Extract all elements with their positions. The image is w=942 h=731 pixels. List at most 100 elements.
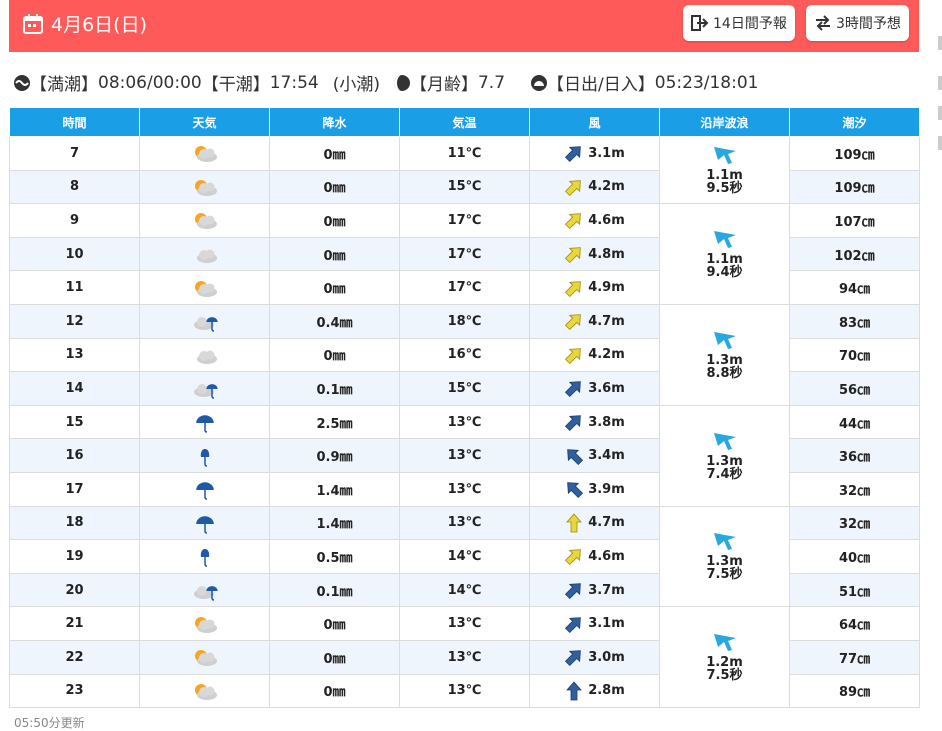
low-tide-label: 【干潮】 — [201, 75, 270, 95]
wind-arrow-icon — [565, 381, 581, 398]
column-header-tide: 潮汐 — [789, 107, 920, 137]
temp-cell: 13℃ — [399, 606, 530, 641]
wave-cell: 1.3m 7.4秒 — [659, 404, 790, 507]
tide-cell: 102㎝ — [789, 236, 920, 272]
cloud-icon — [196, 350, 217, 364]
wave-direction-icon — [713, 231, 736, 249]
rain-cell: 0.1㎜ — [269, 572, 400, 608]
wind-speed: 4.2m — [588, 347, 625, 363]
date-title: 4月6日(日) — [23, 10, 147, 37]
column-header-temp: 気温 — [399, 107, 530, 137]
wind-arrow-icon — [565, 314, 581, 331]
temp-cell: 17℃ — [399, 270, 530, 305]
weather-cell — [139, 236, 270, 272]
wind-speed: 3.0m — [588, 649, 625, 665]
hour-cell: 10 — [9, 236, 140, 272]
wave-cell: 1.1m 9.4秒 — [659, 203, 790, 305]
temp-cell: 14℃ — [399, 539, 530, 574]
weather-cell — [139, 606, 270, 641]
hour-cell: 7 — [9, 136, 140, 171]
wind-cell: 4.7m — [529, 505, 660, 541]
tide-cell: 77㎝ — [789, 639, 920, 675]
weather-cell — [139, 438, 270, 473]
wind-cell: 4.2m — [529, 169, 660, 205]
tide-cell: 70㎝ — [789, 337, 920, 373]
wave-period: 7.5秒 — [706, 668, 743, 684]
14day-forecast-button[interactable]: 14日間予報 — [683, 5, 795, 41]
wind-arrow-icon — [565, 213, 581, 230]
temp-cell: 13℃ — [399, 438, 530, 473]
rain-cell: 0㎜ — [269, 169, 400, 205]
wind-speed: 4.9m — [588, 280, 625, 296]
sun-cloud-icon — [194, 213, 217, 230]
moon-age: 7.7 — [477, 72, 506, 93]
tide-info-line: 【満潮】 08:06/00:00 【干潮】 17:54 (小潮) 【月齢】 7.… — [14, 70, 758, 95]
tide-cell: 56㎝ — [789, 371, 920, 406]
wind-arrow-icon — [566, 513, 583, 533]
temp-cell: 18℃ — [399, 303, 530, 339]
weather-cell — [139, 303, 270, 339]
sun-cloud-icon — [194, 683, 217, 700]
weather-cell — [139, 572, 270, 608]
weather-cell — [139, 270, 270, 305]
hour-cell: 14 — [9, 371, 140, 406]
wind-cell: 3.6m — [529, 371, 660, 406]
table-row: 12 0.4㎜ 18℃ 4.7m 1.3m 8.8秒 83㎝ — [9, 303, 920, 406]
hour-cell: 17 — [9, 471, 140, 507]
wind-speed: 4.2m — [588, 179, 625, 195]
wave-direction-icon — [713, 147, 736, 165]
hour-cell: 20 — [9, 572, 140, 608]
rain-cell: 1.4㎜ — [269, 471, 400, 507]
wind-speed: 3.1m — [588, 145, 625, 161]
3hour-forecast-button[interactable]: 3時間予想 — [806, 5, 909, 41]
wind-arrow-icon — [565, 650, 581, 667]
3hour-label: 3時間予想 — [836, 16, 901, 32]
wave-cell: 1.2m 7.5秒 — [659, 606, 790, 709]
wind-cell: 4.6m — [529, 203, 660, 238]
tide-cell: 51㎝ — [789, 572, 920, 608]
wind-speed: 3.6m — [588, 380, 625, 396]
wave-period: 7.4秒 — [706, 466, 743, 482]
wind-speed: 4.8m — [588, 246, 625, 262]
wave-cell: 1.3m 8.8秒 — [659, 303, 790, 406]
hour-cell: 12 — [9, 303, 140, 339]
wave-cell: 1.3m 7.5秒 — [659, 505, 790, 608]
moon-label: 【月齢】 — [409, 75, 478, 95]
wind-speed: 4.7m — [588, 515, 625, 531]
wave-cell: 1.1m 9.5秒 — [659, 135, 790, 205]
wind-arrow-icon — [567, 482, 584, 499]
wind-arrow-icon — [565, 146, 581, 163]
header-bar: 4月6日(日) 14日間予報 3時間予想 — [9, 0, 919, 52]
tide-cell: 83㎝ — [789, 303, 920, 339]
scrollbar-marks — [938, 36, 942, 150]
wind-cell: 3.1m — [529, 606, 660, 641]
wave-period: 8.8秒 — [706, 365, 743, 381]
temp-cell: 11℃ — [399, 136, 530, 171]
tide-cell: 32㎝ — [789, 505, 920, 541]
wind-arrow-icon — [565, 180, 581, 196]
temp-cell: 16℃ — [399, 337, 530, 373]
tide-cell: 107㎝ — [789, 203, 920, 238]
tide-type: (小潮) — [332, 75, 380, 95]
table-header-row: 時間 天気 降水 気温風沿岸波浪 潮汐 — [9, 107, 920, 137]
wind-speed: 3.8m — [588, 414, 625, 430]
wind-arrow-icon — [565, 549, 581, 566]
column-header-wind: 風 — [529, 107, 660, 137]
forecast-table: 時間 天気 降水 気温風沿岸波浪 潮汐 7 0㎜ 11℃ 3.1m 1.1m 9.5秒 109㎝ 8 0… — [9, 107, 920, 709]
table-row: 18 1.4㎜ 13℃ 4.7m 1.3m 7.5秒 32㎝ — [9, 505, 920, 608]
wind-arrow-icon — [565, 280, 581, 297]
moon-icon — [393, 74, 410, 91]
tide-cell: 109㎝ — [789, 169, 920, 205]
rain-cell: 0.4㎜ — [269, 303, 400, 339]
column-header-hour: 時間 — [9, 107, 140, 137]
rain-cell: 0㎜ — [269, 639, 400, 675]
low-tide-times: 17:54 — [269, 72, 319, 93]
tide-cell: 40㎝ — [789, 539, 920, 574]
rain-cell: 2.5㎜ — [269, 404, 400, 440]
hour-cell: 15 — [9, 404, 140, 440]
wind-speed: 3.9m — [588, 481, 625, 497]
calendar-icon — [23, 13, 43, 34]
umbrella-icon — [200, 549, 209, 568]
temp-cell: 13℃ — [399, 639, 530, 675]
wave-height: 1.3m — [706, 453, 743, 469]
